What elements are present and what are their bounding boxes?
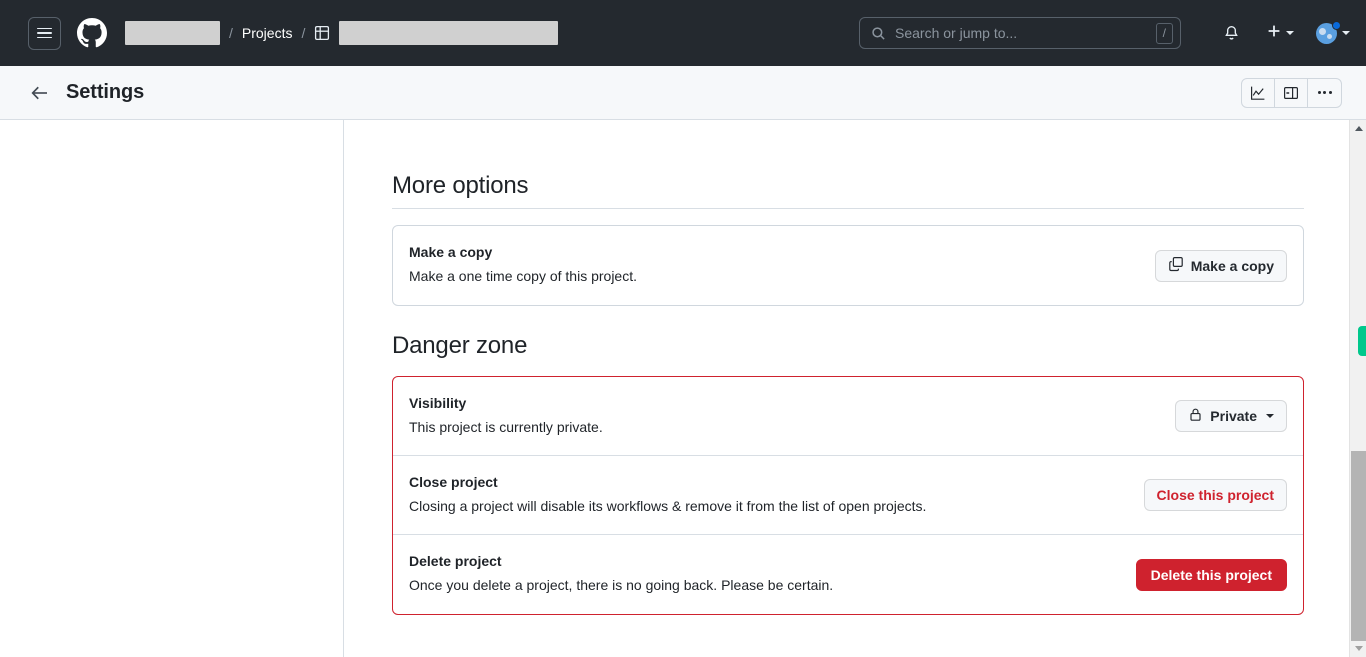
- more-options-card: Make a copy Make a one time copy of this…: [392, 225, 1304, 306]
- danger-zone-card: Visibility This project is currently pri…: [392, 376, 1304, 615]
- row-text: Close project Closing a project will dis…: [409, 474, 1128, 517]
- danger-zone-section: Danger zone Visibility This project is c…: [392, 332, 1304, 615]
- page-title: Settings: [66, 81, 145, 103]
- settings-main-content: More options Make a copy Make a one time…: [344, 120, 1366, 657]
- scrollbar-thumb[interactable]: [1351, 451, 1366, 641]
- copy-icon: [1168, 256, 1184, 275]
- row-description: Make a one time copy of this project.: [409, 268, 637, 285]
- account-menu-button[interactable]: [1316, 20, 1350, 44]
- global-header: / Projects / Search or jump to... /: [0, 0, 1366, 66]
- make-a-copy-button[interactable]: Make a copy: [1154, 249, 1287, 282]
- search-shortcut-badge: /: [1155, 22, 1173, 44]
- create-new-button[interactable]: [1266, 23, 1294, 43]
- row-action: Make a copy: [1154, 249, 1287, 282]
- visibility-dropdown-button[interactable]: Private: [1175, 400, 1287, 432]
- breadcrumb: / Projects /: [125, 21, 559, 45]
- row-title: Delete project: [409, 553, 502, 570]
- scroll-down-arrow[interactable]: [1350, 640, 1366, 657]
- vertical-scrollbar[interactable]: [1349, 120, 1366, 657]
- make-a-copy-button-label: Make a copy: [1190, 257, 1274, 274]
- row-title: Make a copy: [409, 244, 493, 261]
- plus-icon: [1266, 23, 1282, 43]
- breadcrumb-separator-2: /: [301, 25, 306, 41]
- more-options-heading: More options: [392, 172, 1304, 209]
- row-action: Delete this project: [1135, 558, 1287, 591]
- chevron-down-icon: [1266, 414, 1274, 418]
- row-action: Private: [1175, 400, 1287, 432]
- scroll-up-arrow[interactable]: [1350, 120, 1366, 137]
- delete-project-row: Delete project Once you delete a project…: [393, 535, 1303, 614]
- subheader-action-group: [1241, 77, 1342, 108]
- row-text: Delete project Once you delete a project…: [409, 553, 1120, 596]
- chevron-down-icon: [1342, 31, 1350, 35]
- breadcrumb-projects-link[interactable]: Projects: [242, 25, 293, 41]
- row-description: Once you delete a project, there is no g…: [409, 577, 834, 594]
- danger-zone-heading: Danger zone: [392, 332, 528, 359]
- close-project-row: Close project Closing a project will dis…: [393, 456, 1303, 535]
- search-input[interactable]: Search or jump to... /: [859, 17, 1181, 49]
- visibility-button-label: Private: [1210, 408, 1257, 424]
- hamburger-menu-icon[interactable]: [28, 16, 61, 50]
- breadcrumb-project-name-redacted[interactable]: [339, 21, 559, 45]
- breadcrumb-owner-redacted[interactable]: [125, 21, 220, 45]
- search-icon: [871, 26, 886, 41]
- line-chart-icon[interactable]: [1242, 78, 1275, 107]
- row-description: Closing a project will disable its workf…: [409, 497, 927, 514]
- row-text: Visibility This project is currently pri…: [409, 395, 1159, 438]
- row-description: This project is currently private.: [409, 418, 603, 435]
- close-this-project-button[interactable]: Close this project: [1143, 479, 1287, 511]
- delete-this-project-button[interactable]: Delete this project: [1135, 558, 1287, 591]
- row-action: Close this project: [1143, 479, 1287, 511]
- row-text: Make a copy Make a one time copy of this…: [409, 244, 1139, 287]
- more-options-section: More options Make a copy Make a one time…: [392, 172, 1304, 306]
- row-title: Visibility: [409, 394, 467, 411]
- settings-subheader: Settings: [0, 66, 1366, 120]
- settings-sidebar: [0, 120, 344, 657]
- chevron-down-icon: [1286, 31, 1294, 35]
- project-table-icon: [314, 25, 330, 41]
- lock-icon: [1188, 407, 1203, 425]
- github-logo-icon[interactable]: [77, 18, 107, 48]
- scrollbar-marker: [1358, 326, 1366, 356]
- make-a-copy-row: Make a copy Make a one time copy of this…: [393, 226, 1303, 305]
- bell-icon[interactable]: [1223, 25, 1240, 42]
- header-right-actions: Search or jump to... /: [859, 17, 1350, 49]
- search-placeholder: Search or jump to...: [895, 25, 1018, 41]
- arrow-left-icon[interactable]: [30, 83, 50, 103]
- visibility-row: Visibility This project is currently pri…: [393, 377, 1303, 456]
- notification-dot: [1332, 20, 1341, 30]
- row-title: Close project: [409, 473, 498, 490]
- page-body: More options Make a copy Make a one time…: [0, 120, 1366, 657]
- breadcrumb-separator: /: [229, 25, 233, 41]
- sidebar-panel-icon[interactable]: [1275, 78, 1308, 107]
- kebab-horizontal-icon[interactable]: [1308, 79, 1341, 107]
